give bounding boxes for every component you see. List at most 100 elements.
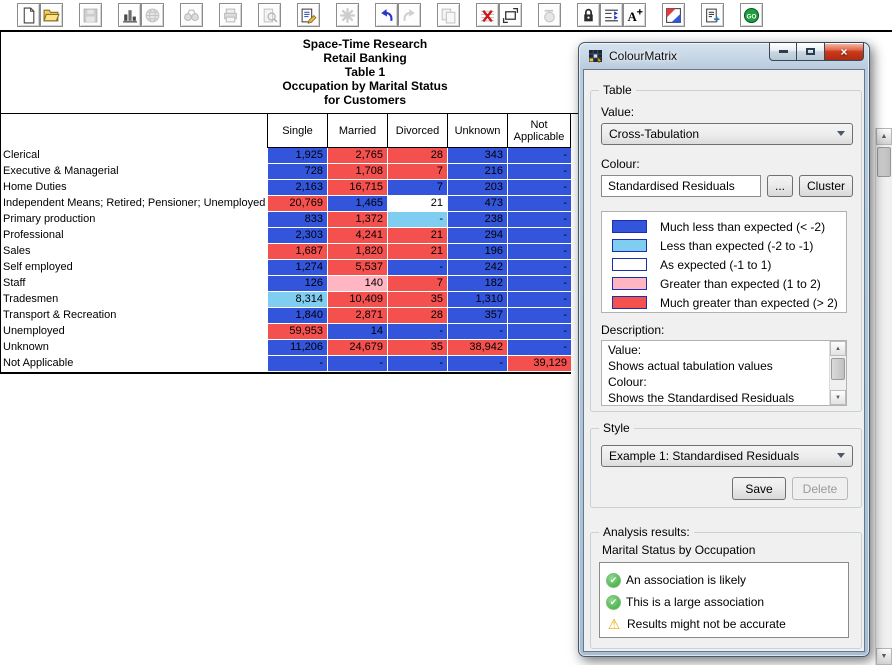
data-cell[interactable]: - xyxy=(507,228,571,243)
data-cell[interactable]: - xyxy=(507,164,571,179)
row-label[interactable]: Sales xyxy=(1,244,267,259)
data-cell[interactable]: 35 xyxy=(387,340,447,355)
globe-button[interactable] xyxy=(141,3,164,27)
data-cell[interactable]: 21 xyxy=(387,228,447,243)
data-cell[interactable]: - xyxy=(507,324,571,339)
data-cell[interactable]: - xyxy=(447,356,507,371)
data-cell[interactable]: 59,953 xyxy=(267,324,327,339)
row-label[interactable]: Staff xyxy=(1,276,267,291)
delete-button[interactable]: Delete xyxy=(792,477,848,500)
data-cell[interactable]: 2,765 xyxy=(327,148,387,163)
data-cell[interactable]: - xyxy=(447,324,507,339)
data-cell[interactable]: - xyxy=(387,260,447,275)
save-button[interactable] xyxy=(79,3,102,27)
data-cell[interactable]: 126 xyxy=(267,276,327,291)
description-scrollbar[interactable]: ▲ ▼ xyxy=(829,341,846,405)
chart-button[interactable] xyxy=(118,3,141,27)
data-cell[interactable]: 8,314 xyxy=(267,292,327,307)
colourmatrix-button[interactable] xyxy=(662,3,685,27)
cluster-button[interactable]: Cluster xyxy=(799,175,853,197)
data-cell[interactable]: - xyxy=(327,356,387,371)
row-label[interactable]: Transport & Recreation xyxy=(1,308,267,323)
go-button[interactable] xyxy=(740,3,763,27)
data-cell[interactable]: 1,687 xyxy=(267,244,327,259)
print-preview-button[interactable] xyxy=(258,3,281,27)
row-label[interactable]: Home Duties xyxy=(1,180,267,195)
data-cell[interactable]: 21 xyxy=(387,196,447,211)
column-header[interactable]: Unknown xyxy=(447,114,507,148)
data-cell[interactable]: 16,715 xyxy=(327,180,387,195)
data-cell[interactable]: 11,206 xyxy=(267,340,327,355)
data-cell[interactable]: 28 xyxy=(387,148,447,163)
row-label[interactable]: Unknown xyxy=(1,340,267,355)
data-cell[interactable]: 1,310 xyxy=(447,292,507,307)
data-cell[interactable]: - xyxy=(267,356,327,371)
row-label[interactable]: Tradesmen xyxy=(1,292,267,307)
data-cell[interactable]: 14 xyxy=(327,324,387,339)
delete-rows-button[interactable] xyxy=(476,3,499,27)
data-cell[interactable]: - xyxy=(507,212,571,227)
data-cell[interactable]: - xyxy=(387,356,447,371)
data-cell[interactable]: 203 xyxy=(447,180,507,195)
data-cell[interactable]: - xyxy=(387,324,447,339)
data-cell[interactable]: - xyxy=(507,340,571,355)
data-cell[interactable]: - xyxy=(507,180,571,195)
data-cell[interactable]: 2,871 xyxy=(327,308,387,323)
dialog-titlebar[interactable]: ColourMatrix × xyxy=(579,43,869,69)
data-cell[interactable]: - xyxy=(507,276,571,291)
column-header[interactable]: Divorced xyxy=(387,114,447,148)
row-label[interactable]: Unemployed xyxy=(1,324,267,339)
undo-button[interactable] xyxy=(375,3,398,27)
data-cell[interactable]: 1,925 xyxy=(267,148,327,163)
save-button[interactable]: Save xyxy=(732,477,786,500)
data-cell[interactable]: - xyxy=(387,212,447,227)
data-cell[interactable]: 38,942 xyxy=(447,340,507,355)
data-cell[interactable]: 28 xyxy=(387,308,447,323)
redo-button[interactable] xyxy=(398,3,421,27)
vertical-scrollbar[interactable]: ▲ ▼ xyxy=(875,128,892,665)
data-cell[interactable]: 833 xyxy=(267,212,327,227)
value-combobox[interactable]: Cross-Tabulation xyxy=(601,123,853,145)
row-label[interactable]: Professional xyxy=(1,228,267,243)
scroll-down-icon[interactable]: ▼ xyxy=(876,648,892,665)
column-header[interactable]: Single xyxy=(267,114,327,148)
add-annotation-button[interactable] xyxy=(701,3,724,27)
scroll-down-icon[interactable]: ▼ xyxy=(830,390,846,405)
hide-item-button[interactable] xyxy=(538,3,561,27)
colour-field[interactable]: Standardised Residuals xyxy=(601,175,761,197)
find-button[interactable] xyxy=(180,3,203,27)
data-cell[interactable]: 39,129 xyxy=(507,356,571,371)
data-cell[interactable]: 182 xyxy=(447,276,507,291)
column-header[interactable]: Married xyxy=(327,114,387,148)
row-label[interactable]: Clerical xyxy=(1,148,267,163)
scrollbar-thumb[interactable] xyxy=(877,147,891,177)
edit-notes-button[interactable] xyxy=(297,3,320,27)
data-cell[interactable]: - xyxy=(507,292,571,307)
lock-button[interactable] xyxy=(577,3,600,27)
font-size-button[interactable] xyxy=(623,3,646,27)
data-cell[interactable]: 242 xyxy=(447,260,507,275)
scroll-up-icon[interactable]: ▲ xyxy=(876,128,892,145)
row-label[interactable]: Self employed xyxy=(1,260,267,275)
scroll-up-icon[interactable]: ▲ xyxy=(830,341,846,356)
data-cell[interactable]: 1,708 xyxy=(327,164,387,179)
column-header[interactable]: Not Applicable xyxy=(507,114,571,148)
data-cell[interactable]: 216 xyxy=(447,164,507,179)
data-cell[interactable]: - xyxy=(507,260,571,275)
copy-button[interactable] xyxy=(437,3,460,27)
data-cell[interactable]: 7 xyxy=(387,276,447,291)
data-cell[interactable]: 473 xyxy=(447,196,507,211)
new-document-button[interactable] xyxy=(17,3,40,27)
data-cell[interactable]: - xyxy=(507,148,571,163)
row-label[interactable]: Primary production xyxy=(1,212,267,227)
data-cell[interactable]: - xyxy=(507,196,571,211)
data-cell[interactable]: 1,274 xyxy=(267,260,327,275)
maximize-button[interactable] xyxy=(797,42,824,61)
style-combobox[interactable]: Example 1: Standardised Residuals xyxy=(601,445,853,467)
data-cell[interactable]: 196 xyxy=(447,244,507,259)
tools-button[interactable] xyxy=(336,3,359,27)
data-cell[interactable]: 357 xyxy=(447,308,507,323)
data-cell[interactable]: 7 xyxy=(387,180,447,195)
data-cell[interactable]: 21 xyxy=(387,244,447,259)
data-cell[interactable]: 2,303 xyxy=(267,228,327,243)
